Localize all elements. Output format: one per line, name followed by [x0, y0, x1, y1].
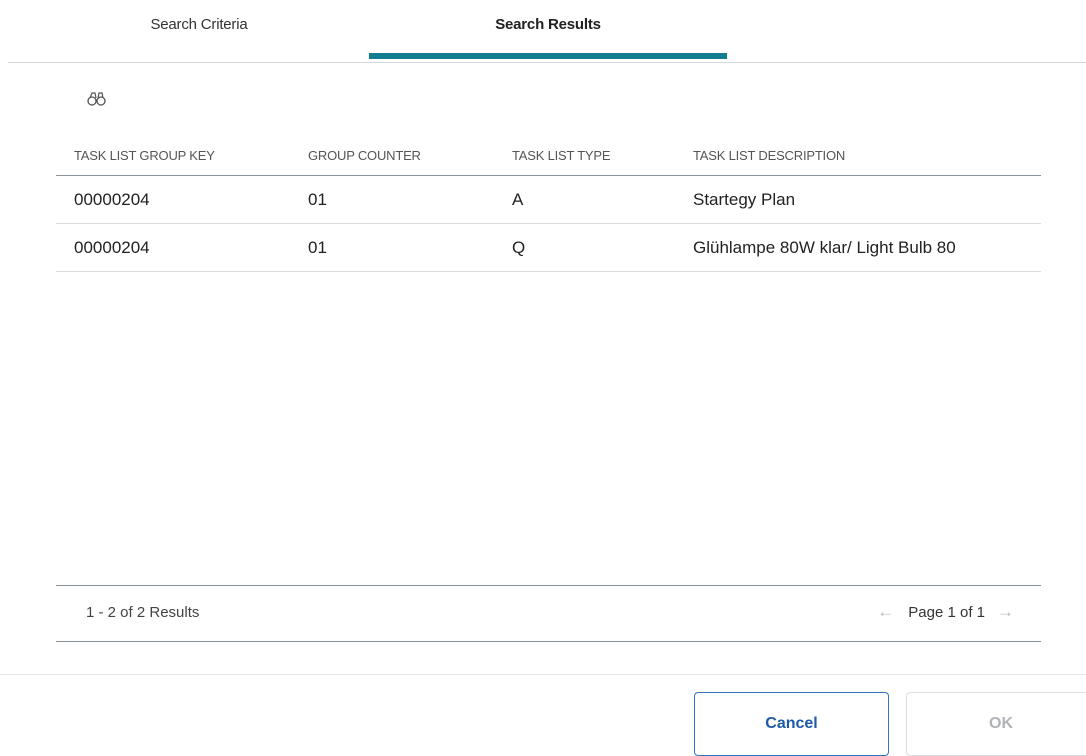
- column-header-group-counter[interactable]: GROUP COUNTER: [292, 148, 496, 163]
- table-row[interactable]: 00000204 01 Q Glühlampe 80W klar/ Light …: [56, 224, 1041, 272]
- cell-description: Glühlampe 80W klar/ Light Bulb 80: [693, 237, 956, 257]
- column-header-task-list-type[interactable]: TASK LIST TYPE: [496, 148, 679, 163]
- pagination: ← Page 1 of 1 →: [877, 602, 1014, 622]
- footer-divider: [0, 674, 1086, 675]
- cell-group-counter: 01: [308, 237, 327, 257]
- column-header-group-key[interactable]: TASK LIST GROUP KEY: [56, 148, 292, 163]
- page-indicator: Page 1 of 1: [908, 603, 985, 621]
- column-header-description[interactable]: TASK LIST DESCRIPTION: [679, 148, 1041, 163]
- cell-group-key: 00000204: [74, 189, 150, 209]
- binoculars-icon[interactable]: [87, 91, 107, 109]
- table-header: TASK LIST GROUP KEY GROUP COUNTER TASK L…: [56, 135, 1041, 176]
- cell-task-list-type: Q: [512, 237, 526, 257]
- tab-search-criteria[interactable]: Search Criteria: [19, 0, 379, 48]
- cell-task-list-type: A: [512, 189, 524, 209]
- cell-description: Startegy Plan: [693, 189, 796, 209]
- results-table: TASK LIST GROUP KEY GROUP COUNTER TASK L…: [56, 135, 1041, 272]
- results-count: 1 - 2 of 2 Results: [86, 604, 200, 621]
- table-footer: 1 - 2 of 2 Results ← Page 1 of 1 →: [56, 585, 1041, 642]
- arrow-right-icon[interactable]: →: [997, 602, 1014, 622]
- search-dialog: Search Criteria Search Results TASK LIST…: [0, 0, 1086, 756]
- table-row[interactable]: 00000204 01 A Startegy Plan: [56, 176, 1041, 224]
- arrow-left-icon[interactable]: ←: [877, 602, 894, 622]
- ok-button[interactable]: OK: [906, 692, 1086, 756]
- cell-group-counter: 01: [308, 189, 327, 209]
- cell-group-key: 00000204: [74, 237, 150, 257]
- tab-bar: Search Criteria Search Results: [8, 0, 1086, 63]
- active-tab-indicator: [369, 53, 727, 59]
- tab-search-results[interactable]: Search Results: [369, 0, 727, 48]
- cancel-button[interactable]: Cancel: [694, 692, 889, 756]
